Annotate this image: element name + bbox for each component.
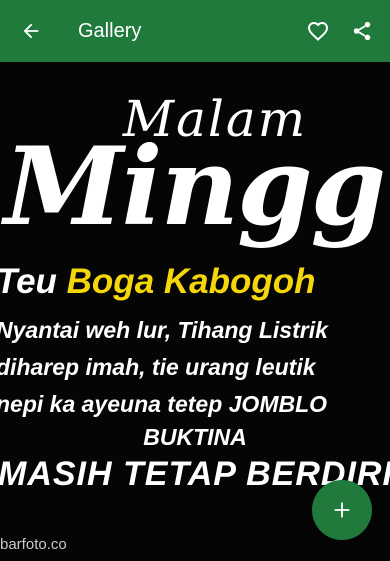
app-bar: Gallery [0,0,390,62]
image-subtitle: Teu Boga Kabogoh [0,262,386,302]
add-button[interactable] [312,480,372,540]
back-button[interactable] [0,0,62,62]
image-subtitle-highlight: Boga Kabogoh [66,262,316,301]
image-body-line: diharep imah, tie urang leutik [0,354,316,380]
image-title-line2: Minggu [4,124,390,250]
plus-icon [334,502,350,518]
share-button[interactable] [340,0,384,62]
image-body-line: Nyantai weh lur, Tihang Listrik [0,317,328,343]
favorite-button[interactable] [296,0,340,62]
image-body-line: BUKTINA [143,424,247,450]
share-icon [353,21,371,41]
image-watermark: barfoto.co [0,536,67,553]
page-title: Gallery [78,19,142,42]
image-subtitle-prefix: Teu [0,262,67,301]
image-body-line: nepi ka ayeuna tetep JOMBLO [0,391,328,417]
arrow-left-icon [23,23,39,39]
heart-outline-icon [307,21,329,41]
